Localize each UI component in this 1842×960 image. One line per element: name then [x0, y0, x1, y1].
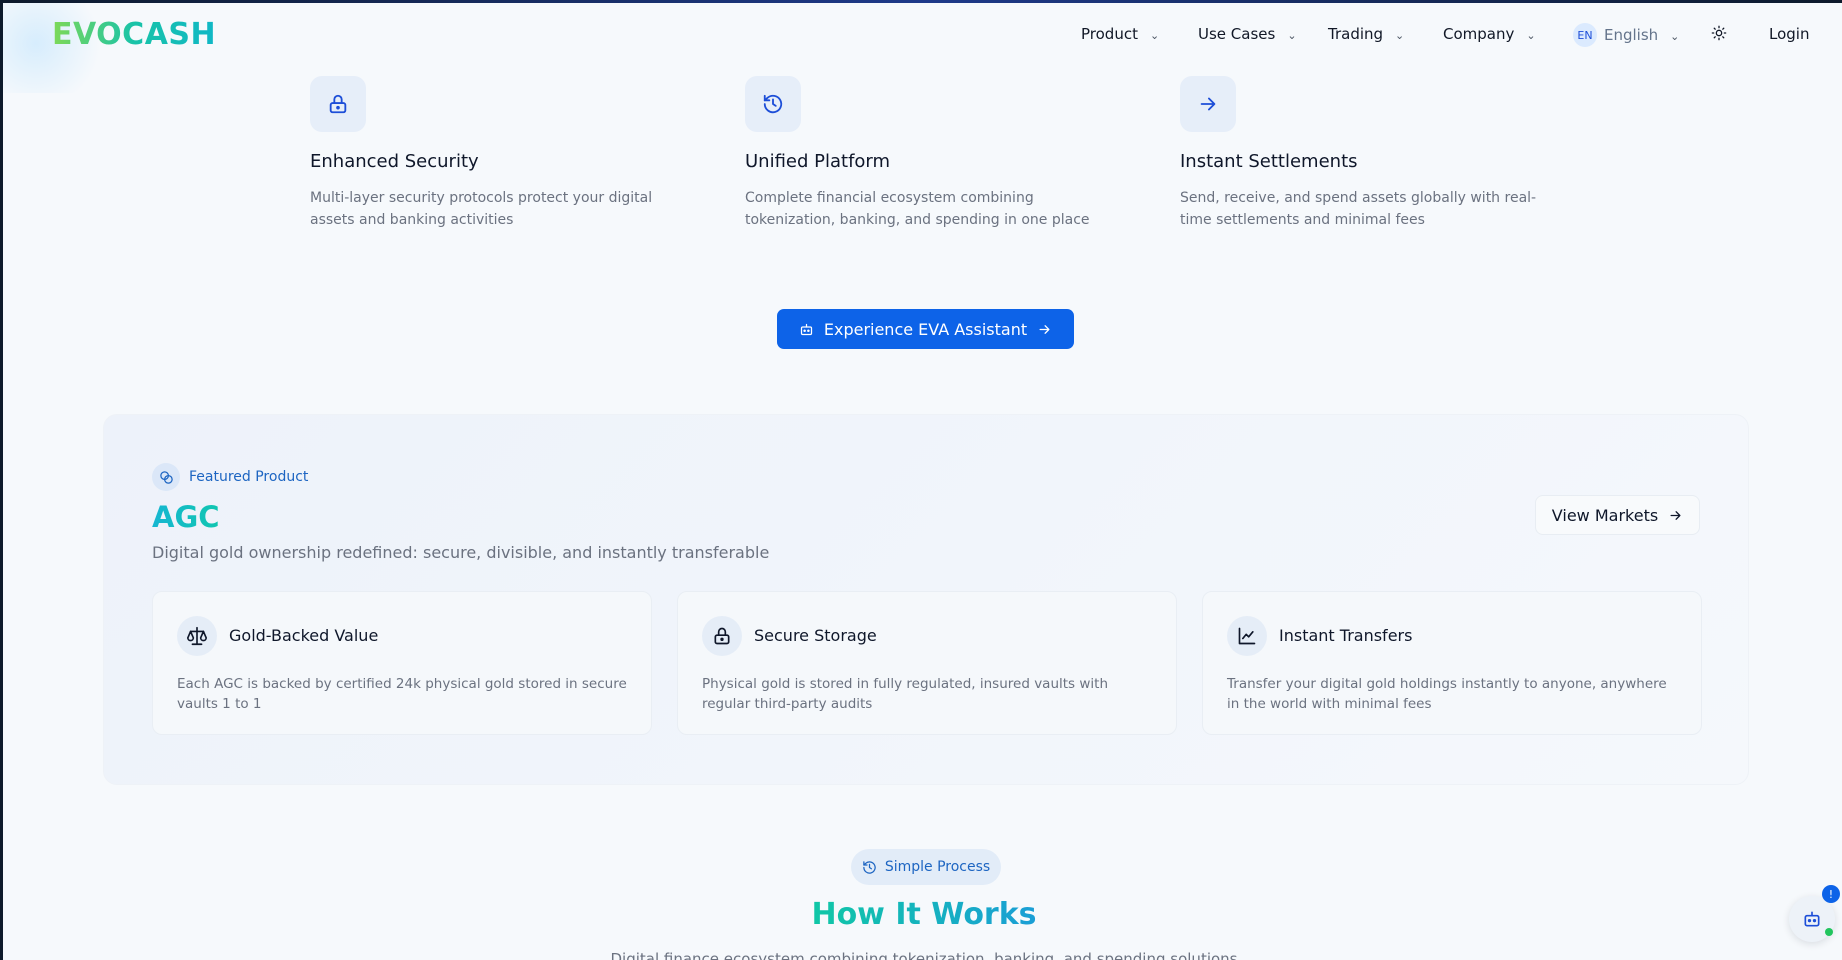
card-instant-transfers: Instant Transfers Transfer your digital … — [1202, 591, 1702, 735]
chevron-down-icon: ⌄ — [1670, 29, 1680, 43]
featured-product-tag: Featured Product — [152, 463, 308, 491]
sun-icon — [1711, 25, 1727, 41]
feature-unified-platform: Unified Platform Complete financial ecos… — [745, 76, 1125, 231]
feature-icon-box — [310, 76, 366, 132]
feature-title: Enhanced Security — [310, 151, 479, 172]
feature-description: Multi-layer security protocols protect y… — [310, 190, 653, 228]
nav-use-cases-label: Use Cases — [1198, 25, 1276, 43]
card-icon-circle — [702, 616, 742, 656]
nav-use-cases[interactable]: Use Cases ⌄ — [1198, 25, 1297, 43]
nav-product-label: Product — [1081, 25, 1138, 43]
nav-trading[interactable]: Trading ⌄ — [1328, 25, 1404, 43]
site-header: EVOCASH Product ⌄ Use Cases ⌄ Trading ⌄ … — [3, 3, 1842, 93]
nav-trading-label: Trading — [1328, 25, 1384, 43]
feature-icon-box — [745, 76, 801, 132]
cta-label: Experience EVA Assistant — [823, 319, 1028, 339]
lock-icon — [714, 627, 730, 645]
simple-process-tag: Simple Process — [851, 849, 1001, 885]
login-link[interactable]: Login — [1769, 25, 1809, 43]
card-secure-storage: Secure Storage Physical gold is stored i… — [677, 591, 1177, 735]
language-label: English — [1604, 26, 1659, 44]
arrow-right-icon — [1200, 97, 1216, 111]
feature-description: Complete financial ecosystem combining t… — [745, 190, 1090, 228]
simple-process-label: Simple Process — [884, 859, 991, 875]
nav-product[interactable]: Product ⌄ — [1081, 25, 1159, 43]
card-title: Gold-Backed Value — [229, 626, 379, 645]
language-selector[interactable]: EN English ⌄ — [1573, 23, 1679, 47]
login-label: Login — [1769, 25, 1810, 43]
featured-product-tag-label: Featured Product — [189, 469, 309, 485]
bot-icon — [1804, 911, 1820, 927]
how-it-works-title: How It Works — [3, 897, 1842, 932]
card-icon-circle — [1227, 616, 1267, 656]
scale-icon — [187, 626, 207, 646]
history-icon — [863, 860, 876, 874]
chevron-down-icon: ⌄ — [1287, 28, 1297, 42]
logo[interactable]: EVOCASH — [52, 17, 216, 52]
language-code-badge: EN — [1573, 23, 1597, 47]
bot-icon — [800, 323, 812, 335]
chevron-down-icon: ⌄ — [1526, 28, 1536, 42]
coins-icon — [152, 463, 180, 491]
feature-title: Instant Settlements — [1180, 151, 1358, 172]
feature-title: Unified Platform — [745, 151, 891, 172]
theme-toggle[interactable] — [1711, 25, 1727, 41]
chevron-down-icon: ⌄ — [1395, 28, 1405, 42]
online-status-dot — [1825, 928, 1833, 936]
chevron-down-icon: ⌄ — [1149, 28, 1160, 42]
feature-description: Send, receive, and spend assets globally… — [1180, 190, 1537, 228]
feature-instant-settlements: Instant Settlements Send, receive, and s… — [1180, 76, 1560, 231]
chart-line-icon — [1238, 627, 1256, 645]
history-icon — [763, 94, 783, 114]
card-gold-backed-value: Gold-Backed Value Each AGC is backed by … — [152, 591, 652, 735]
assistant-notification-badge: ! — [1822, 885, 1840, 903]
featured-product-panel: Featured Product AGC Digital gold owners… — [103, 414, 1749, 785]
card-description: Each AGC is backed by certified 24k phys… — [177, 676, 627, 712]
card-description: Transfer your digital gold holdings inst… — [1227, 676, 1667, 712]
how-it-works-subtitle: Digital finance ecosystem combining toke… — [610, 950, 1238, 960]
card-icon-circle — [177, 616, 217, 656]
card-title: Instant Transfers — [1279, 626, 1413, 645]
product-title: AGC — [152, 500, 220, 534]
view-markets-button[interactable]: View Markets — [1535, 495, 1700, 535]
how-it-works-title-text: How It Works — [811, 897, 1037, 932]
arrow-right-icon — [1039, 324, 1050, 334]
product-description: Digital gold ownership redefined: secure… — [152, 543, 770, 562]
arrow-right-icon — [1670, 510, 1681, 520]
card-description: Physical gold is stored in fully regulat… — [702, 676, 1109, 712]
feature-enhanced-security: Enhanced Security Multi-layer security p… — [310, 76, 690, 231]
view-markets-label: View Markets — [1551, 505, 1659, 525]
nav-company[interactable]: Company ⌄ — [1443, 25, 1536, 43]
feature-icon-box — [1180, 76, 1236, 132]
card-title: Secure Storage — [754, 626, 877, 645]
nav-company-label: Company — [1443, 25, 1515, 43]
experience-eva-button[interactable]: Experience EVA Assistant — [777, 309, 1074, 349]
lock-icon — [329, 94, 347, 114]
